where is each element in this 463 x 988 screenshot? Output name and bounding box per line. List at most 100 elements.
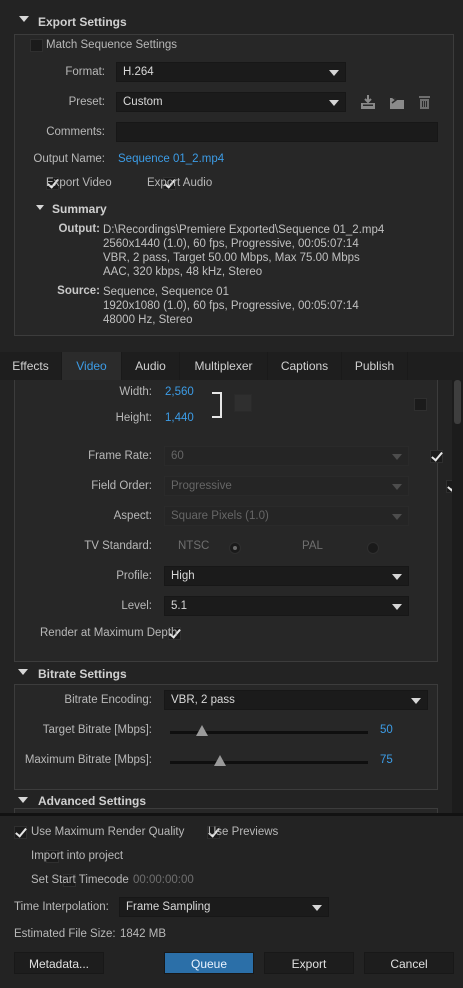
max-render-quality-label: Use Maximum Render Quality — [31, 826, 185, 838]
frame-rate-select[interactable]: 60 — [164, 446, 409, 466]
render-max-depth-label: Render at Maximum Depth — [40, 627, 178, 639]
cancel-button[interactable]: Cancel — [364, 952, 454, 974]
target-bitrate-label: Target Bitrate [Mbps]: — [42, 724, 152, 736]
level-label: Level: — [121, 600, 152, 612]
width-value[interactable]: 2,560 — [165, 386, 194, 398]
scrollbar-track[interactable] — [452, 380, 463, 813]
video-settings-scroll-area: Width: 2,560 Height: 1,440 Frame Rate: 6… — [0, 380, 463, 813]
collapse-export-settings-icon[interactable] — [19, 16, 29, 22]
tv-standard-label: TV Standard: — [84, 540, 152, 552]
delete-preset-icon[interactable] — [418, 94, 431, 109]
target-bitrate-value[interactable]: 50 — [380, 724, 393, 736]
width-height-override-checkbox[interactable] — [414, 398, 427, 411]
max-bitrate-label: Maximum Bitrate [Mbps]: — [24, 754, 152, 766]
use-previews-label: Use Previews — [208, 826, 279, 838]
frame-rate-override-checkbox[interactable] — [430, 450, 444, 463]
export-button[interactable]: Export — [264, 952, 354, 974]
preset-select[interactable]: Custom — [116, 92, 346, 112]
metadata-button[interactable]: Metadata... — [14, 952, 104, 974]
bitrate-encoding-select[interactable]: VBR, 2 pass — [164, 690, 428, 710]
max-render-quality-checkbox[interactable] — [14, 826, 27, 839]
ntsc-label: NTSC — [178, 540, 210, 552]
height-label: Height: — [115, 412, 152, 424]
format-label: Format: — [65, 66, 105, 78]
chevron-down-icon — [312, 905, 322, 911]
tab-video[interactable]: Video — [62, 352, 122, 380]
comments-input[interactable] — [116, 122, 438, 142]
source-summary-line: 1920x1080 (1.0), 60 fps, Progressive, 00… — [103, 300, 359, 312]
collapse-advanced-icon[interactable] — [18, 797, 28, 803]
output-summary-line: 2560x1440 (1.0), 60 fps, Progressive, 00… — [103, 238, 359, 250]
pal-label: PAL — [302, 540, 323, 552]
format-select[interactable]: H.264 — [116, 62, 346, 82]
scrollbar-thumb[interactable] — [454, 380, 461, 424]
chevron-down-icon — [392, 514, 402, 520]
file-size-label: Estimated File Size: — [14, 928, 116, 940]
width-label: Width: — [119, 386, 152, 398]
export-settings-panel: Export Settings Match Sequence Settings … — [0, 0, 463, 350]
aspect-select[interactable]: Square Pixels (1.0) — [164, 506, 409, 526]
source-summary-label: Source: — [57, 285, 100, 297]
max-bitrate-track[interactable] — [170, 761, 368, 764]
summary-header: Summary — [52, 202, 107, 216]
tab-publish[interactable]: Publish — [342, 352, 408, 380]
chevron-down-icon — [392, 574, 402, 580]
output-name-link[interactable]: Sequence 01_2.mp4 — [118, 153, 224, 165]
save-preset-icon[interactable] — [360, 94, 376, 110]
chevron-down-icon — [329, 70, 339, 76]
field-order-label: Field Order: — [91, 480, 152, 492]
output-summary-lines: D:\Recordings\Premiere Exported\Sequence… — [103, 223, 384, 279]
output-name-label: Output Name: — [33, 153, 105, 165]
chevron-down-icon — [329, 100, 339, 106]
tab-multiplexer[interactable]: Multiplexer — [180, 352, 268, 380]
output-summary-line: D:\Recordings\Premiere Exported\Sequence… — [103, 224, 385, 236]
match-sequence-label: Match Sequence Settings — [46, 39, 178, 51]
max-bitrate-thumb[interactable] — [213, 755, 226, 766]
export-video-label: Export Video — [46, 177, 112, 189]
import-project-label: Import into project — [31, 850, 124, 862]
source-summary-lines: Sequence, Sequence 01 1920x1080 (1.0), 6… — [103, 285, 359, 327]
frame-rate-label: Frame Rate: — [88, 450, 152, 462]
export-audio-label: Export Audio — [147, 177, 213, 189]
chevron-down-icon — [392, 454, 402, 460]
time-interpolation-label: Time Interpolation: — [14, 901, 109, 913]
link-bracket — [212, 392, 222, 418]
tab-effects[interactable]: Effects — [0, 352, 62, 380]
pal-radio[interactable] — [367, 542, 380, 554]
bottom-divider — [0, 813, 463, 816]
start-timecode-value[interactable]: 00:00:00:00 — [133, 874, 194, 886]
advanced-header: Advanced Settings — [38, 794, 147, 808]
comments-label: Comments: — [46, 126, 105, 138]
profile-select[interactable]: High — [164, 566, 409, 586]
level-select[interactable]: 5.1 — [164, 596, 409, 616]
source-summary-line: Sequence, Sequence 01 — [103, 286, 229, 298]
time-interpolation-select[interactable]: Frame Sampling — [119, 897, 329, 917]
tab-audio[interactable]: Audio — [122, 352, 180, 380]
target-bitrate-thumb[interactable] — [195, 725, 208, 736]
output-summary-line: VBR, 2 pass, Target 50.00 Mbps, Max 75.0… — [103, 252, 360, 264]
ntsc-radio[interactable] — [228, 542, 241, 554]
chevron-down-icon — [411, 698, 421, 704]
match-sequence-checkbox[interactable] — [30, 39, 43, 52]
aspect-label: Aspect: — [113, 510, 152, 522]
profile-label: Profile: — [116, 570, 152, 582]
output-summary-label: Output: — [58, 223, 100, 235]
chevron-down-icon — [392, 484, 402, 490]
export-settings-header: Export Settings — [38, 15, 127, 29]
height-value[interactable]: 1,440 — [165, 412, 194, 424]
import-preset-icon[interactable] — [388, 94, 406, 110]
max-bitrate-value[interactable]: 75 — [380, 754, 393, 766]
bitrate-header: Bitrate Settings — [38, 667, 127, 681]
field-order-select[interactable]: Progressive — [164, 476, 409, 496]
chevron-down-icon — [392, 604, 402, 610]
queue-button[interactable]: Queue — [164, 952, 254, 974]
source-summary-line: 48000 Hz, Stereo — [103, 314, 193, 326]
collapse-summary-icon[interactable] — [36, 205, 44, 210]
bitrate-encoding-label: Bitrate Encoding: — [64, 694, 152, 706]
tab-captions[interactable]: Captions — [268, 352, 342, 380]
preset-label: Preset: — [68, 96, 105, 108]
constrain-proportions-toggle[interactable] — [234, 394, 252, 412]
start-timecode-label: Set Start Timecode — [31, 874, 129, 886]
collapse-bitrate-icon[interactable] — [18, 669, 28, 675]
file-size-value: 1842 MB — [120, 928, 167, 940]
